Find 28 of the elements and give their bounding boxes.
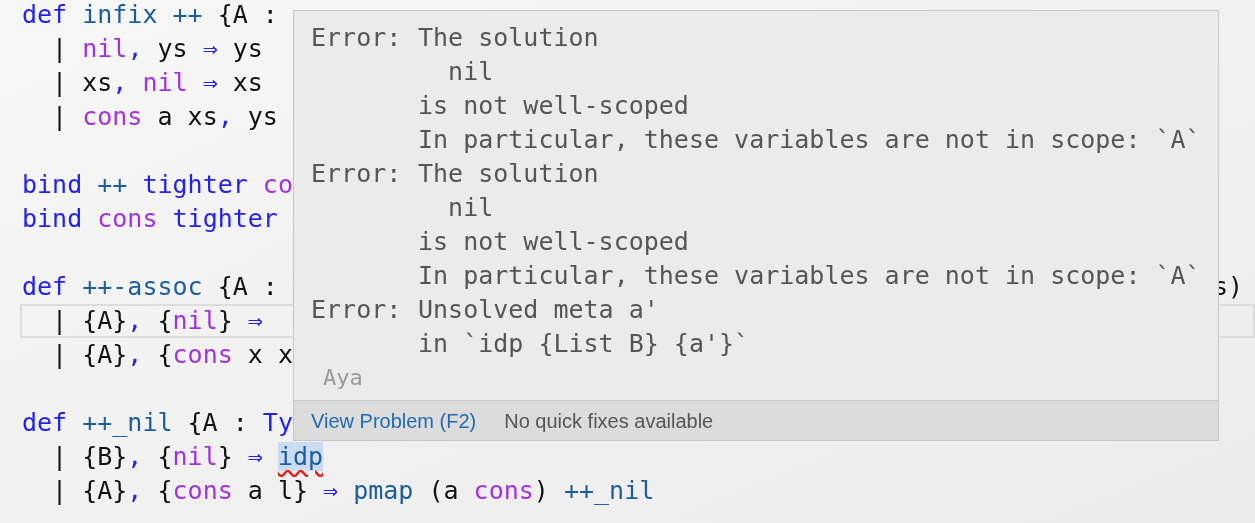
- code-line: | {A}, {cons a l} ⇒ pmap (a cons) ++_nil: [51, 475, 655, 507]
- code-line: | cons a xs, ys: [51, 101, 278, 133]
- code-line: bind ++ tighter co: [22, 169, 293, 201]
- error-message-line: The solution: [418, 22, 600, 54]
- error-message-line: The solution: [418, 158, 600, 190]
- error-message-line: is not well-scoped: [418, 90, 690, 122]
- source-label: Aya: [322, 364, 364, 392]
- code-line: | nil, ys ⇒ ys: [51, 33, 263, 65]
- code-line: def ++-assoc {A :: [22, 271, 278, 303]
- code-line: bind cons tighter: [22, 203, 278, 235]
- code-line: | {A}, {nil} ⇒: [51, 305, 263, 337]
- error-message-line: nil: [447, 192, 495, 224]
- error-message-line: is not well-scoped: [418, 226, 690, 258]
- error-message-line: in `idp {List B} {a'}`: [418, 328, 750, 360]
- quick-fix-status: No quick fixes available: [504, 408, 714, 434]
- code-line: def infix ++ {A :: [22, 0, 278, 31]
- code-line: | xs, nil ⇒ xs: [51, 67, 263, 99]
- error-label: Error:: [311, 158, 403, 190]
- code-line: | {B}, {nil} ⇒ idp: [51, 441, 324, 473]
- error-label: Error:: [311, 22, 403, 54]
- error-message-line: In particular, these variables are not in scope: `A`: [418, 124, 1201, 156]
- error-message-line: nil: [447, 56, 495, 88]
- code-line: | {A}, {cons x x: [51, 339, 293, 371]
- code-line: def ++_nil {A : Ty: [22, 407, 293, 439]
- error-label: Error:: [311, 294, 403, 326]
- error-message-line: In particular, these variables are not in scope: `A`: [418, 260, 1201, 292]
- error-message-line: Unsolved meta a': [418, 294, 660, 326]
- view-problem-link[interactable]: View Problem (F2): [311, 405, 477, 436]
